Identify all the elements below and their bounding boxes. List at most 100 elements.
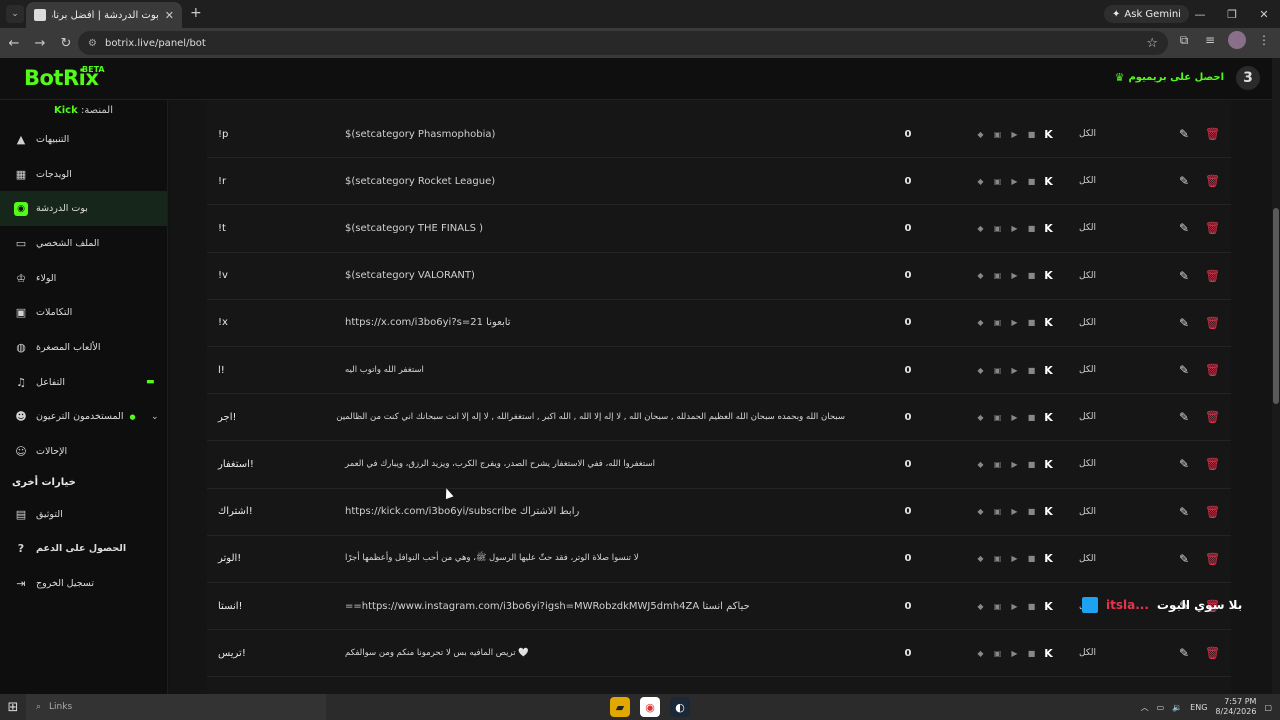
sidebar-item-profile[interactable]: ▭ الملف الشخصي — [0, 226, 167, 261]
sidebar-item-alerts[interactable]: ▲ التنبيهات — [0, 122, 167, 157]
user-avatar[interactable]: 3 — [1236, 66, 1260, 90]
trovo-icon[interactable]: ■ — [1026, 270, 1037, 281]
kick-alt-icon[interactable]: ◆ — [975, 270, 986, 281]
trovo-icon[interactable]: ■ — [1026, 365, 1037, 376]
youtube-icon[interactable]: ▶ — [1009, 506, 1020, 517]
kick-icon[interactable]: K — [1043, 505, 1054, 518]
twitch-icon[interactable]: ▣ — [992, 412, 1003, 423]
kick-icon[interactable]: K — [1043, 364, 1054, 377]
chrome-icon[interactable]: ◉ — [640, 697, 660, 717]
close-tab-icon[interactable]: ✕ — [165, 9, 174, 22]
sidebar-item-loyalty[interactable]: ♔ الولاء — [0, 261, 167, 296]
close-window-icon[interactable]: ✕ — [1248, 0, 1280, 28]
twitch-icon[interactable]: ▣ — [992, 553, 1003, 564]
sidebar-item-logout[interactable]: ⇥ تسجيل الخروج — [0, 566, 167, 601]
kick-icon[interactable]: K — [1043, 600, 1054, 613]
clock[interactable]: 7:57 PM 8/24/2026 — [1215, 697, 1256, 717]
restore-icon[interactable]: ❐ — [1216, 0, 1248, 28]
sidebar-item-integrations[interactable]: ▣ التكاملات — [0, 295, 167, 330]
platform-value[interactable]: Kick — [54, 105, 78, 116]
new-tab-icon[interactable]: + — [190, 5, 202, 21]
trovo-icon[interactable]: ■ — [1026, 223, 1037, 234]
youtube-icon[interactable]: ▶ — [1009, 129, 1020, 140]
trovo-icon[interactable]: ■ — [1026, 648, 1037, 659]
forward-icon[interactable]: → — [28, 31, 52, 55]
file-explorer-icon[interactable]: ▰ — [610, 697, 630, 717]
kick-alt-icon[interactable]: ◆ — [975, 553, 986, 564]
kick-icon[interactable]: K — [1043, 128, 1054, 141]
sidebar-item-docs[interactable]: ▤ التوثيق — [0, 497, 167, 532]
twitch-icon[interactable]: ▣ — [992, 459, 1003, 470]
trovo-icon[interactable]: ■ — [1026, 176, 1037, 187]
get-premium-link[interactable]: احصل على بريميوم ♛ — [1115, 71, 1224, 84]
edit-icon[interactable]: ✎ — [1179, 127, 1189, 141]
kick-alt-icon[interactable]: ◆ — [975, 506, 986, 517]
edit-icon[interactable]: ✎ — [1179, 505, 1189, 519]
kick-alt-icon[interactable]: ◆ — [975, 601, 986, 612]
menu-icon[interactable]: ⋮ — [1256, 33, 1272, 47]
kick-icon[interactable]: K — [1043, 647, 1054, 660]
browser-tab[interactable]: بوت الدردشة | أفضل برنامج لتعز ✕ — [26, 2, 182, 28]
kick-icon[interactable]: K — [1043, 411, 1054, 424]
kick-alt-icon[interactable]: ◆ — [975, 412, 986, 423]
kick-icon[interactable]: K — [1043, 316, 1054, 329]
delete-icon[interactable]: 🗑 — [1205, 410, 1220, 424]
youtube-icon[interactable]: ▶ — [1009, 601, 1020, 612]
edit-icon[interactable]: ✎ — [1179, 552, 1189, 566]
edit-icon[interactable]: ✎ — [1179, 646, 1189, 660]
volume-icon[interactable]: 🔉 — [1172, 703, 1182, 712]
chevron-down-icon[interactable]: ⌄ — [151, 412, 159, 422]
back-icon[interactable]: ← — [2, 31, 26, 55]
delete-icon[interactable]: 🗑 — [1205, 457, 1220, 471]
profile-avatar-icon[interactable] — [1228, 31, 1246, 49]
edit-icon[interactable]: ✎ — [1179, 269, 1189, 283]
delete-icon[interactable]: 🗑 — [1205, 646, 1220, 660]
taskbar-search[interactable]: ⌕ Links — [26, 694, 326, 720]
youtube-icon[interactable]: ▶ — [1009, 365, 1020, 376]
youtube-icon[interactable]: ▶ — [1009, 459, 1020, 470]
twitch-icon[interactable]: ▣ — [992, 317, 1003, 328]
kick-alt-icon[interactable]: ◆ — [975, 365, 986, 376]
delete-icon[interactable]: 🗑 — [1205, 269, 1220, 283]
sidebar-item-chatbot[interactable]: ◉ بوت الدردشة — [0, 191, 167, 227]
trovo-icon[interactable]: ■ — [1026, 459, 1037, 470]
delete-icon[interactable]: 🗑 — [1205, 174, 1220, 188]
youtube-icon[interactable]: ▶ — [1009, 553, 1020, 564]
trovo-icon[interactable]: ■ — [1026, 506, 1037, 517]
kick-alt-icon[interactable]: ◆ — [975, 648, 986, 659]
youtube-icon[interactable]: ▶ — [1009, 270, 1020, 281]
kick-alt-icon[interactable]: ◆ — [975, 176, 986, 187]
kick-icon[interactable]: K — [1043, 269, 1054, 282]
twitch-icon[interactable]: ▣ — [992, 648, 1003, 659]
delete-icon[interactable]: 🗑 — [1205, 316, 1220, 330]
extensions-icon[interactable]: ⧉ — [1176, 33, 1192, 48]
trovo-icon[interactable]: ■ — [1026, 412, 1037, 423]
kick-icon[interactable]: K — [1043, 552, 1054, 565]
edit-icon[interactable]: ✎ — [1179, 221, 1189, 235]
bookmark-star-icon[interactable]: ☆ — [1146, 36, 1158, 51]
kick-icon[interactable]: K — [1043, 222, 1054, 235]
minimize-icon[interactable]: — — [1184, 0, 1216, 28]
page-scrollbar[interactable] — [1272, 58, 1280, 694]
edit-icon[interactable]: ✎ — [1179, 316, 1189, 330]
edit-icon[interactable]: ✎ — [1179, 457, 1189, 471]
steam-icon[interactable]: ◐ — [670, 697, 690, 717]
sidebar-item-referrals[interactable]: ☺ الإحالات — [0, 434, 167, 469]
kick-icon[interactable]: K — [1043, 458, 1054, 471]
delete-icon[interactable]: 🗑 — [1205, 505, 1220, 519]
youtube-icon[interactable]: ▶ — [1009, 317, 1020, 328]
kick-alt-icon[interactable]: ◆ — [975, 129, 986, 140]
delete-icon[interactable]: 🗑 — [1205, 552, 1220, 566]
sidebar-item-widgets[interactable]: ▦ الويدجات — [0, 157, 167, 192]
twitch-icon[interactable]: ▣ — [992, 129, 1003, 140]
twitch-icon[interactable]: ▣ — [992, 365, 1003, 376]
media-icon[interactable]: ≡ — [1202, 33, 1218, 47]
edit-icon[interactable]: ✎ — [1179, 363, 1189, 377]
trovo-icon[interactable]: ■ — [1026, 601, 1037, 612]
notifications-icon[interactable]: ▢ — [1264, 703, 1272, 712]
kick-icon[interactable]: K — [1043, 175, 1054, 188]
edit-icon[interactable]: ✎ — [1179, 174, 1189, 188]
delete-icon[interactable]: 🗑 — [1205, 363, 1220, 377]
youtube-icon[interactable]: ▶ — [1009, 176, 1020, 187]
tab-search-icon[interactable]: ⌄ — [6, 5, 24, 23]
